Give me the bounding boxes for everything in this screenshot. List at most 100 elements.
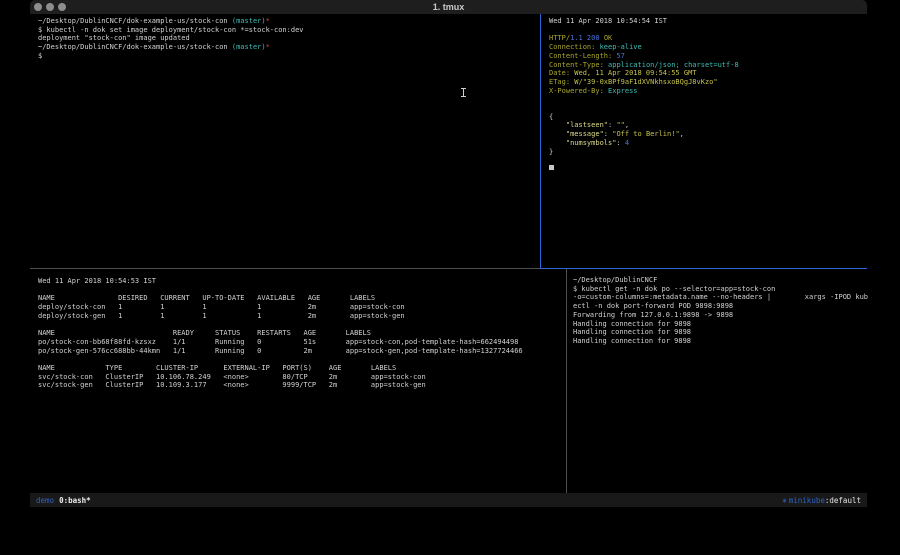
terminal-line: deployment "stock-con" image updated bbox=[38, 34, 547, 43]
pane-border-vertical-active[interactable] bbox=[540, 14, 541, 269]
terminal-window: 1. tmux ~/Desktop/DublinCNCF/dok-example… bbox=[30, 0, 867, 507]
terminal-line: Handling connection for 9898 bbox=[573, 337, 873, 346]
terminal-text bbox=[549, 121, 566, 129]
terminal-text: NAME TYPE CLUSTER-IP EXTERNAL-IP PORT(S)… bbox=[38, 364, 396, 372]
terminal-line: { bbox=[549, 113, 875, 122]
terminal-text: application/json; charset=utf-8 bbox=[604, 61, 739, 69]
terminal-line: NAME READY STATUS RESTARTS AGE LABELS bbox=[38, 329, 573, 338]
terminal-line: Wed 11 Apr 2018 10:54:54 IST bbox=[549, 17, 875, 26]
terminal-block-cursor bbox=[549, 165, 554, 170]
terminal-text: ectl -n dok port-forward POD 9898:9898 bbox=[573, 302, 733, 310]
terminal-text: "numsymbols" bbox=[566, 139, 617, 147]
terminal-text: $ kubectl -n dok set image deployment/st… bbox=[38, 26, 304, 34]
terminal-text: -o=custom-columns=:metadata.name --no-he… bbox=[573, 293, 868, 301]
terminal-text: Express bbox=[604, 87, 638, 95]
tmux-terminal: ~/Desktop/DublinCNCF/dok-example-us/stoc… bbox=[30, 14, 867, 493]
terminal-line: "message": "Off to Berlin!", bbox=[549, 130, 875, 139]
terminal-line: ETag: W/"39-0xBPf9aF1dXVNkhsxoBQgJ8vKzo" bbox=[549, 78, 875, 87]
terminal-text: , bbox=[625, 121, 629, 129]
terminal-text: po/stock-gen-576cc688bb-44kmn 1/1 Runnin… bbox=[38, 347, 523, 355]
terminal-text: "message" bbox=[566, 130, 604, 138]
desktop: { "window": { "title": "1. tmux" }, "col… bbox=[0, 0, 900, 555]
terminal-text: Wed, 11 Apr 2018 09:54:55 GMT bbox=[570, 69, 696, 77]
terminal-line: Date: Wed, 11 Apr 2018 09:54:55 GMT bbox=[549, 69, 875, 78]
pane-border-horizontal-dim[interactable] bbox=[30, 268, 540, 269]
terminal-text: ETag: bbox=[549, 78, 570, 86]
terminal-text: NAME DESIRED CURRENT UP-TO-DATE AVAILABL… bbox=[38, 294, 375, 302]
zoom-button-icon[interactable] bbox=[58, 3, 66, 11]
terminal-line: po/stock-con-bb68f88fd-kzsxz 1/1 Running… bbox=[38, 338, 573, 347]
terminal-text: W/"39-0xBPf9aF1dXVNkhsxoBQgJ8vKzo" bbox=[570, 78, 718, 86]
tmux-session-name: demo bbox=[36, 496, 54, 505]
terminal-line bbox=[549, 26, 875, 35]
terminal-text: Date: bbox=[549, 69, 570, 77]
terminal-text: deploy/stock-gen 1 1 1 1 2m app=stock-ge… bbox=[38, 312, 405, 320]
terminal-line bbox=[38, 286, 573, 295]
terminal-text: } bbox=[549, 148, 553, 156]
terminal-line: X-Powered-By: Express bbox=[549, 87, 875, 96]
terminal-line: -o=custom-columns=:metadata.name --no-he… bbox=[573, 293, 873, 302]
terminal-line: po/stock-gen-576cc688bb-44kmn 1/1 Runnin… bbox=[38, 347, 573, 356]
terminal-line bbox=[38, 321, 573, 330]
terminal-text: (master) bbox=[232, 43, 266, 51]
terminal-text: Connection: bbox=[549, 43, 595, 51]
terminal-line bbox=[549, 104, 875, 113]
terminal-line: HTTP/1.1 200 OK bbox=[549, 34, 875, 43]
terminal-text: deploy/stock-con 1 1 1 1 2m app=stock-co… bbox=[38, 303, 405, 311]
pane-http-response[interactable]: Wed 11 Apr 2018 10:54:54 IST HTTP/1.1 20… bbox=[541, 14, 875, 271]
window-titlebar[interactable]: 1. tmux bbox=[30, 0, 867, 14]
terminal-text: "lastseen" bbox=[566, 121, 608, 129]
terminal-line: ~/Desktop/DublinCNCF/dok-example-us/stoc… bbox=[38, 43, 547, 52]
minimize-button-icon[interactable] bbox=[46, 3, 54, 11]
terminal-line: Handling connection for 9898 bbox=[573, 320, 873, 329]
terminal-line: deploy/stock-con 1 1 1 1 2m app=stock-co… bbox=[38, 303, 573, 312]
terminal-line: NAME DESIRED CURRENT UP-TO-DATE AVAILABL… bbox=[38, 294, 573, 303]
terminal-text: Handling connection for 9898 bbox=[573, 320, 691, 328]
pane-border-vertical-dim[interactable] bbox=[566, 269, 567, 493]
terminal-text: (master) bbox=[232, 17, 266, 25]
terminal-line: Content-Length: 57 bbox=[549, 52, 875, 61]
terminal-line: "lastseen": "", bbox=[549, 121, 875, 130]
terminal-text: Wed 11 Apr 2018 10:54:54 IST bbox=[549, 17, 667, 25]
terminal-line: $ kubectl get -n dok po --selector=app=s… bbox=[573, 285, 873, 294]
terminal-text: 1.1 200 bbox=[570, 34, 600, 42]
terminal-line: ~/Desktop/DublinCNCF bbox=[573, 276, 873, 285]
terminal-line: Wed 11 Apr 2018 10:54:53 IST bbox=[38, 277, 573, 286]
terminal-line: ectl -n dok port-forward POD 9898:9898 bbox=[573, 302, 873, 311]
terminal-text: keep-alive bbox=[595, 43, 641, 51]
traffic-lights bbox=[34, 3, 66, 11]
terminal-text: * bbox=[266, 17, 270, 25]
terminal-text: Handling connection for 9898 bbox=[573, 337, 691, 345]
terminal-text: Handling connection for 9898 bbox=[573, 328, 691, 336]
pane-border-horizontal-active[interactable] bbox=[540, 268, 867, 269]
terminal-text: ~/Desktop/DublinCNCF/dok-example-us/stoc… bbox=[38, 43, 232, 51]
pane-port-forward[interactable]: ~/Desktop/DublinCNCF$ kubectl get -n dok… bbox=[567, 269, 873, 500]
terminal-line: } bbox=[549, 148, 875, 157]
terminal-text: "Off to Berlin!" bbox=[612, 130, 679, 138]
terminal-text: 4 bbox=[625, 139, 629, 147]
terminal-line: $ kubectl -n dok set image deployment/st… bbox=[38, 26, 547, 35]
terminal-text: po/stock-con-bb68f88fd-kzsxz 1/1 Running… bbox=[38, 338, 518, 346]
terminal-text: OK bbox=[604, 34, 612, 42]
terminal-line: $ bbox=[38, 52, 547, 61]
terminal-line: Handling connection for 9898 bbox=[573, 328, 873, 337]
kubernetes-helm-icon: ⎈ bbox=[782, 496, 787, 505]
terminal-text bbox=[549, 139, 566, 147]
terminal-line: Forwarding from 127.0.0.1:9898 -> 9898 bbox=[573, 311, 873, 320]
terminal-text: svc/stock-con ClusterIP 10.106.78.249 <n… bbox=[38, 373, 426, 381]
pane-shell-kubectl-set-image[interactable]: ~/Desktop/DublinCNCF/dok-example-us/stoc… bbox=[30, 14, 547, 271]
tmux-window-tab[interactable]: 0:bash* bbox=[59, 496, 91, 505]
terminal-text: Content-Length: bbox=[549, 52, 612, 60]
mouse-ibeam-cursor bbox=[461, 88, 466, 97]
window-title: 1. tmux bbox=[433, 0, 465, 14]
terminal-text: NAME READY STATUS RESTARTS AGE LABELS bbox=[38, 329, 371, 337]
terminal-text bbox=[549, 130, 566, 138]
terminal-text: "" bbox=[616, 121, 624, 129]
terminal-line bbox=[549, 156, 875, 165]
terminal-line bbox=[549, 95, 875, 104]
terminal-line: Content-Type: application/json; charset=… bbox=[549, 61, 875, 70]
terminal-text: X-Powered-By: bbox=[549, 87, 604, 95]
close-button-icon[interactable] bbox=[34, 3, 42, 11]
pane-kubectl-get-watch[interactable]: Wed 11 Apr 2018 10:54:53 IST NAME DESIRE… bbox=[30, 269, 573, 501]
terminal-line: ~/Desktop/DublinCNCF/dok-example-us/stoc… bbox=[38, 17, 547, 26]
